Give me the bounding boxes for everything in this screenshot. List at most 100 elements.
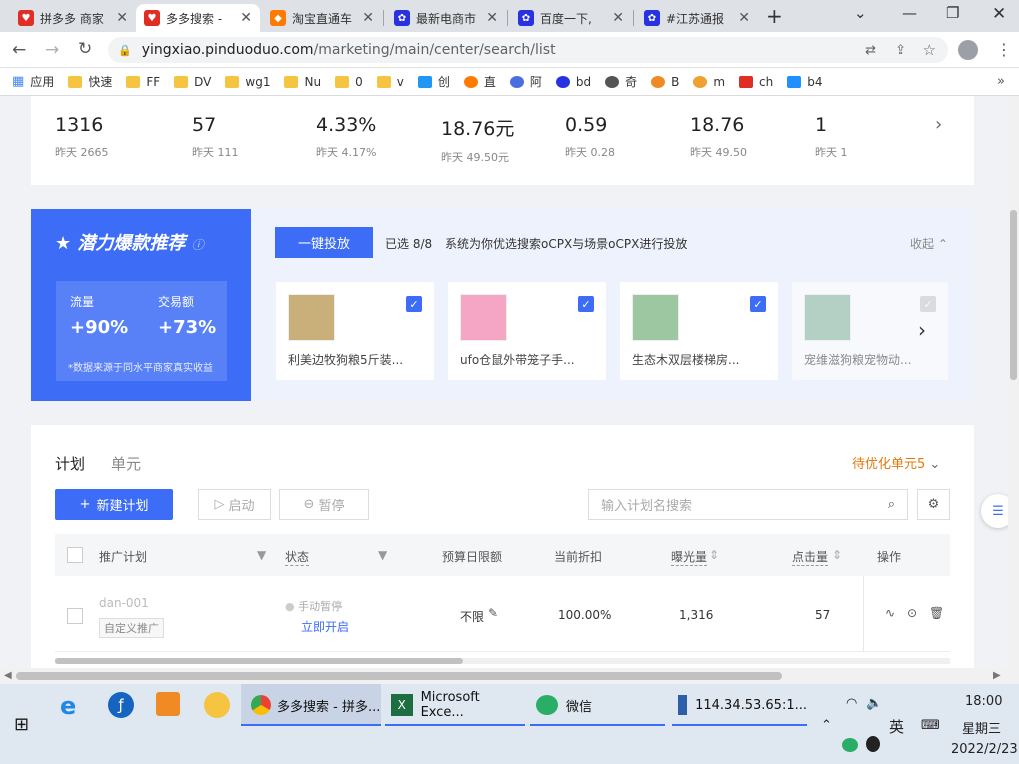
profile-avatar[interactable] <box>958 40 978 60</box>
edit-icon[interactable]: ✎ <box>488 606 498 620</box>
chevron-up-icon[interactable]: ⌃ <box>821 718 832 733</box>
app-f-icon[interactable]: ƒ <box>108 692 134 718</box>
tab-plan[interactable]: 计划 <box>55 453 85 474</box>
menu-kebab-icon[interactable]: ⋮ <box>996 40 1012 59</box>
table-scrollbar[interactable] <box>55 658 950 664</box>
carousel-next-icon[interactable]: › <box>918 318 926 342</box>
chevron-down-icon[interactable]: ⌄ <box>854 4 867 22</box>
close-icon[interactable]: ✕ <box>362 10 374 26</box>
tab-taobao[interactable]: ◆ 淘宝直通车 ✕ <box>262 4 382 32</box>
table-scrollbar-thumb[interactable] <box>55 658 463 664</box>
page-horizontal-scrollbar[interactable]: ◀ ▶ <box>0 668 1019 684</box>
scroll-right-icon[interactable]: ▶ <box>993 670 1001 681</box>
close-icon[interactable]: ✕ <box>486 10 498 26</box>
col-clicks[interactable]: 点击量 <box>792 548 829 566</box>
bookmark-link[interactable]: 直 <box>463 73 496 90</box>
checkbox-checked-icon[interactable]: ✓ <box>406 296 422 312</box>
filter-icon[interactable]: ▼ <box>378 548 387 562</box>
taskbar-excel[interactable]: X Microsoft Exce... <box>385 684 525 726</box>
bookmark-link[interactable]: bd <box>555 75 591 89</box>
tab-unit[interactable]: 单元 <box>111 453 141 474</box>
start-button[interactable]: ▷ 启动 <box>198 489 271 520</box>
plan-name[interactable]: dan-001 <box>99 596 149 610</box>
window-close-icon[interactable]: ✕ <box>992 4 1006 24</box>
plan-search-input[interactable]: 输入计划名搜索 ⌕ <box>588 489 908 520</box>
qq-tray-icon[interactable] <box>866 736 880 752</box>
bookmark-link[interactable]: m <box>693 75 725 89</box>
col-impressions[interactable]: 曝光量 <box>671 548 708 566</box>
bookmark-folder[interactable]: DV <box>174 75 211 89</box>
scroll-left-icon[interactable]: ◀ <box>4 670 12 681</box>
checkbox-checked-icon[interactable]: ✓ <box>578 296 594 312</box>
horizontal-scrollbar-thumb[interactable] <box>16 672 782 680</box>
new-plan-button[interactable]: + 新建计划 <box>55 489 173 520</box>
bookmark-folder[interactable]: v <box>376 75 404 89</box>
app-orange-icon[interactable] <box>156 692 180 716</box>
clock-weekday[interactable]: 星期三 <box>962 718 1001 737</box>
tab-ecommerce-news[interactable]: ✿ 最新电商市 ✕ <box>386 4 506 32</box>
bookmark-link[interactable]: B <box>651 75 679 89</box>
pending-units-link[interactable]: 待优化单元5 ⌄ <box>852 453 940 472</box>
checkbox-icon[interactable]: ✓ <box>920 296 936 312</box>
bookmark-link[interactable]: 创 <box>417 73 450 90</box>
sort-icon[interactable]: ⇕ <box>832 548 842 562</box>
bookmark-apps[interactable]: ▦ 应用 <box>12 73 54 90</box>
product-card[interactable]: ✓ ufo仓鼠外带笼子手... <box>448 282 606 380</box>
chat-help-icon[interactable]: ☰ <box>981 494 1008 528</box>
share-icon[interactable]: ⇪ <box>895 43 906 58</box>
volume-icon[interactable]: 🔈 <box>866 696 882 711</box>
restore-icon[interactable]: ❐ <box>946 4 959 22</box>
checkbox-checked-icon[interactable]: ✓ <box>750 296 766 312</box>
tab-pdd-merchant[interactable]: ♥ 拼多多 商家 ✕ <box>10 4 136 32</box>
pause-button[interactable]: ⊖ 暂停 <box>279 489 369 520</box>
search-icon[interactable]: ⌕ <box>888 497 895 512</box>
bookmark-link[interactable]: 奇 <box>605 73 637 90</box>
taskbar-remote-desktop[interactable]: 114.34.53.65:1... <box>672 684 807 726</box>
wifi-icon[interactable]: ◠ <box>846 696 857 711</box>
close-icon[interactable]: ✕ <box>612 10 624 26</box>
bookmark-link[interactable]: ch <box>739 75 773 89</box>
close-icon[interactable]: ✕ <box>240 10 252 26</box>
sort-icon[interactable]: ⇕ <box>709 548 719 562</box>
forward-icon[interactable]: → <box>45 40 59 60</box>
vertical-scrollbar-thumb[interactable] <box>1010 210 1017 380</box>
input-method[interactable]: 英 <box>889 716 904 737</box>
page-vertical-scrollbar[interactable] <box>1008 96 1019 668</box>
taskbar-chrome[interactable]: 多多搜索 - 拼多... <box>241 684 381 726</box>
wechat-tray-icon[interactable] <box>842 738 858 752</box>
clock-date[interactable]: 2022/2/23 <box>951 742 1018 757</box>
chevron-right-icon[interactable]: › <box>935 114 942 135</box>
reload-icon[interactable]: ↻ <box>78 39 92 59</box>
windows-start-icon[interactable]: ⊞ <box>14 714 29 735</box>
translate-icon[interactable]: ⇄ <box>865 43 876 58</box>
back-icon[interactable]: ← <box>12 40 26 60</box>
product-card[interactable]: ✓ 利美边牧狗粮5斤装... <box>276 282 434 380</box>
bookmark-folder[interactable]: FF <box>126 75 160 89</box>
close-icon[interactable]: ✕ <box>116 10 128 26</box>
more-bookmarks-icon[interactable]: » <box>997 74 1005 89</box>
close-icon[interactable]: ✕ <box>738 10 750 26</box>
bookmark-link[interactable]: 阿 <box>509 73 542 90</box>
ie-icon[interactable]: e <box>60 692 86 720</box>
bookmark-folder[interactable]: Nu <box>284 75 321 89</box>
one-click-launch-button[interactable]: 一键投放 <box>275 227 373 258</box>
url-bar[interactable]: 🔒 yingxiao.pinduoduo.com/marketing/main/… <box>108 37 948 63</box>
app-yellow-icon[interactable] <box>204 692 230 718</box>
bookmark-link[interactable]: b4 <box>787 75 823 89</box>
chart-line-icon[interactable]: ∿ <box>885 606 895 620</box>
select-all-checkbox[interactable] <box>67 547 83 563</box>
minimize-icon[interactable]: — <box>902 4 917 22</box>
filter-icon[interactable]: ▼ <box>257 548 266 562</box>
bookmark-folder[interactable]: wg1 <box>225 75 270 89</box>
enable-now-link[interactable]: 立即开启 <box>301 618 349 635</box>
bookmark-folder[interactable]: 0 <box>335 75 363 89</box>
bookmark-folder[interactable]: 快速 <box>68 73 112 90</box>
row-checkbox[interactable] <box>67 608 83 624</box>
bookmark-star-icon[interactable]: ☆ <box>923 41 936 59</box>
trash-icon[interactable]: 🗑 <box>929 606 944 620</box>
collapse-button[interactable]: 收起 ⌃ <box>910 235 948 252</box>
clock-time[interactable]: 18:00 <box>965 694 1002 709</box>
taskbar-wechat[interactable]: 微信 <box>530 684 665 726</box>
keyboard-layout-icon[interactable]: ⌨ <box>921 718 940 733</box>
tab-duoduo-search[interactable]: ♥ 多多搜索 - ✕ <box>136 4 260 32</box>
